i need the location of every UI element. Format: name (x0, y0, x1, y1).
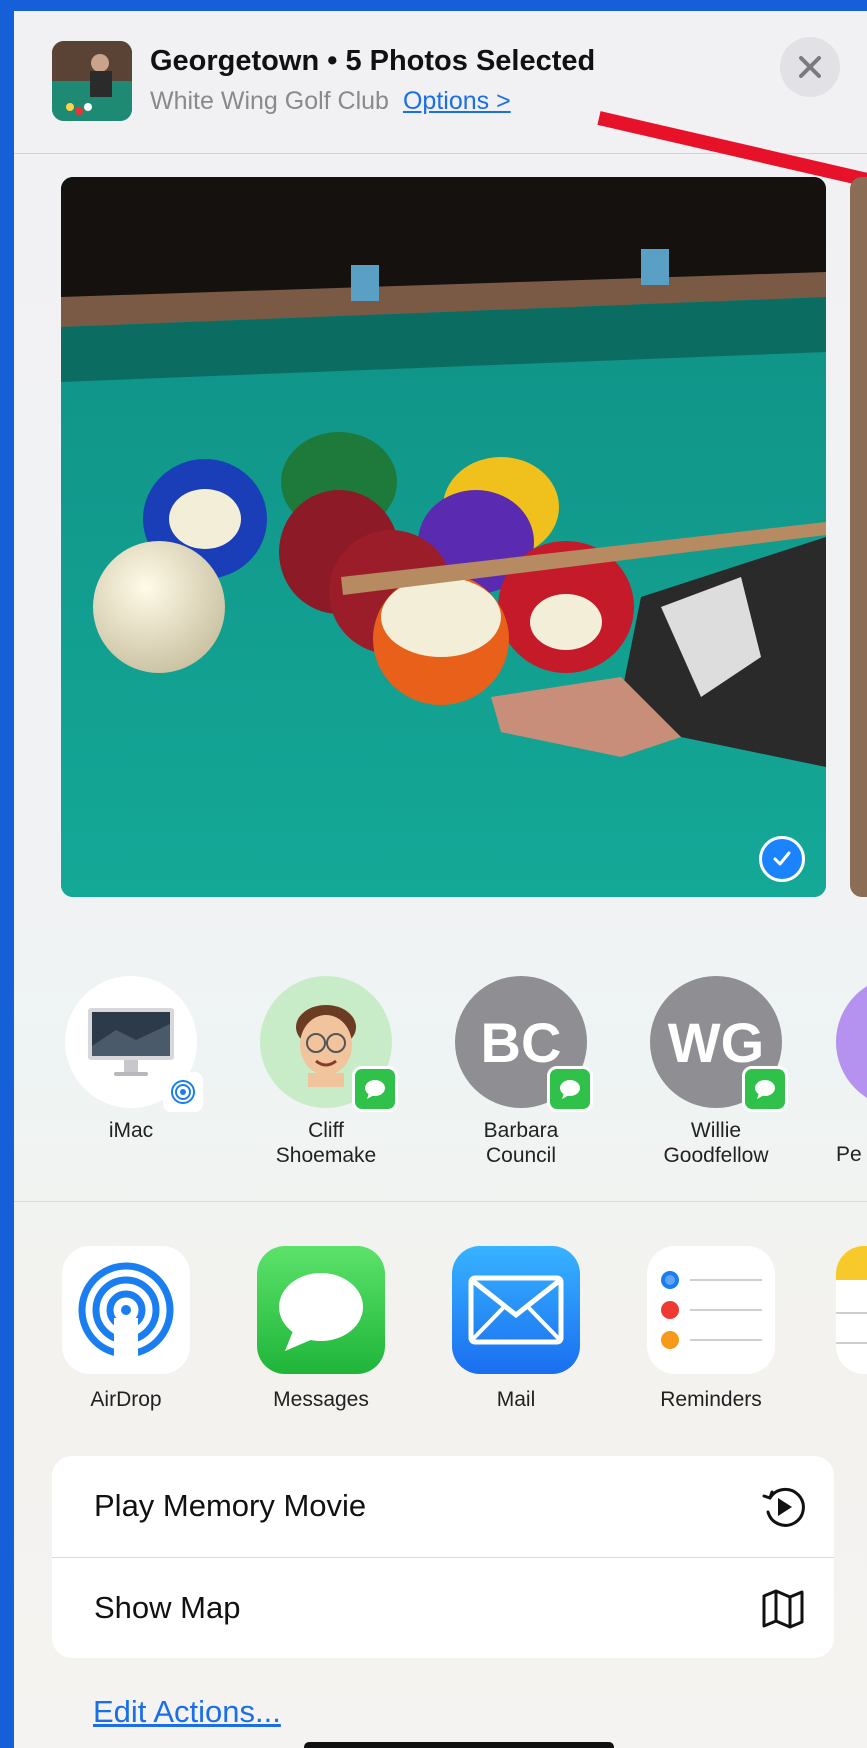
person-name: Willie Goodfellow (663, 1119, 769, 1167)
person-cliff-shoemake[interactable]: Cliff Shoemake (251, 976, 401, 1168)
location-label: White Wing Golf Club (150, 87, 389, 115)
airdrop-badge (163, 1072, 203, 1112)
close-icon (799, 56, 821, 78)
action-label: Play Memory Movie (94, 1488, 367, 1523)
notes-app-icon (836, 1246, 867, 1374)
airdrop-app-icon (62, 1246, 190, 1374)
person-name: Barbara Council (483, 1119, 559, 1167)
reminders-app-icon (647, 1246, 775, 1374)
person-name: Cliff Shoemake (275, 1119, 377, 1167)
app-reminders[interactable]: Reminders (641, 1246, 781, 1412)
share-sheet: Georgetown • 5 Photos Selected White Win… (14, 11, 867, 1748)
app-label: Reminders (660, 1388, 762, 1411)
messages-badge (742, 1066, 788, 1112)
person-partial[interactable]: P Pe (836, 976, 867, 1167)
app-label: Messages (273, 1388, 369, 1411)
share-subtitle: White Wing Golf Club Options > (150, 87, 511, 116)
album-thumbnail (52, 41, 132, 121)
person-name: iMac (108, 1119, 154, 1142)
map-icon (762, 1589, 804, 1629)
apps-row: AirDrop Messages Mail Reminders (14, 1216, 867, 1416)
play-memory-movie-action[interactable]: Play Memory Movie (52, 1456, 834, 1557)
message-bubble-icon (560, 1080, 580, 1099)
edit-actions-link[interactable]: Edit Actions... (93, 1694, 281, 1730)
messages-badge (352, 1066, 398, 1112)
app-mail[interactable]: Mail (446, 1246, 586, 1412)
selected-photo[interactable] (61, 177, 826, 897)
actions-list: Play Memory Movie Show Map (52, 1456, 834, 1658)
selected-checkmark[interactable] (759, 836, 805, 882)
app-messages[interactable]: Messages (251, 1246, 391, 1412)
avatar-initials: BC (480, 1010, 562, 1074)
initials-avatar: P (836, 976, 867, 1108)
app-label: Mail (496, 1388, 536, 1411)
app-airdrop[interactable]: AirDrop (56, 1246, 196, 1412)
billiards-photo (61, 177, 826, 897)
mail-app-icon (452, 1246, 580, 1374)
person-barbara-council[interactable]: BC Barbara Council (446, 976, 596, 1168)
memoji-avatar (260, 976, 398, 1112)
person-willie-goodfellow[interactable]: WG Willie Goodfellow (641, 976, 791, 1168)
airdrop-icon (171, 1080, 195, 1104)
imac-icon (88, 1008, 174, 1076)
person-imac[interactable]: iMac (56, 976, 206, 1143)
play-memory-icon (762, 1487, 805, 1527)
share-title: Georgetown • 5 Photos Selected (150, 45, 596, 77)
share-header: Georgetown • 5 Photos Selected White Win… (14, 11, 867, 197)
home-indicator[interactable] (304, 1742, 614, 1748)
checkmark-icon (773, 851, 791, 866)
message-bubble-icon (365, 1080, 385, 1099)
close-button[interactable] (780, 37, 840, 97)
app-notes-partial[interactable] (836, 1246, 867, 1374)
initials-avatar: BC (455, 976, 593, 1112)
imac-avatar (65, 976, 203, 1112)
avatar-initials: WG (667, 1010, 765, 1074)
messages-app-icon (257, 1246, 385, 1374)
options-link[interactable]: Options > (403, 87, 511, 115)
person-name: Pe (836, 1143, 862, 1166)
initials-avatar: WG (650, 976, 788, 1112)
messages-badge (547, 1066, 593, 1112)
action-label: Show Map (94, 1590, 241, 1625)
show-map-action[interactable]: Show Map (52, 1558, 834, 1658)
next-photo-preview[interactable] (850, 177, 867, 897)
people-row: iMac Cliff Shoemake BC Barbara Council W… (14, 931, 867, 1202)
app-label: AirDrop (90, 1388, 162, 1411)
message-bubble-icon (755, 1080, 775, 1099)
